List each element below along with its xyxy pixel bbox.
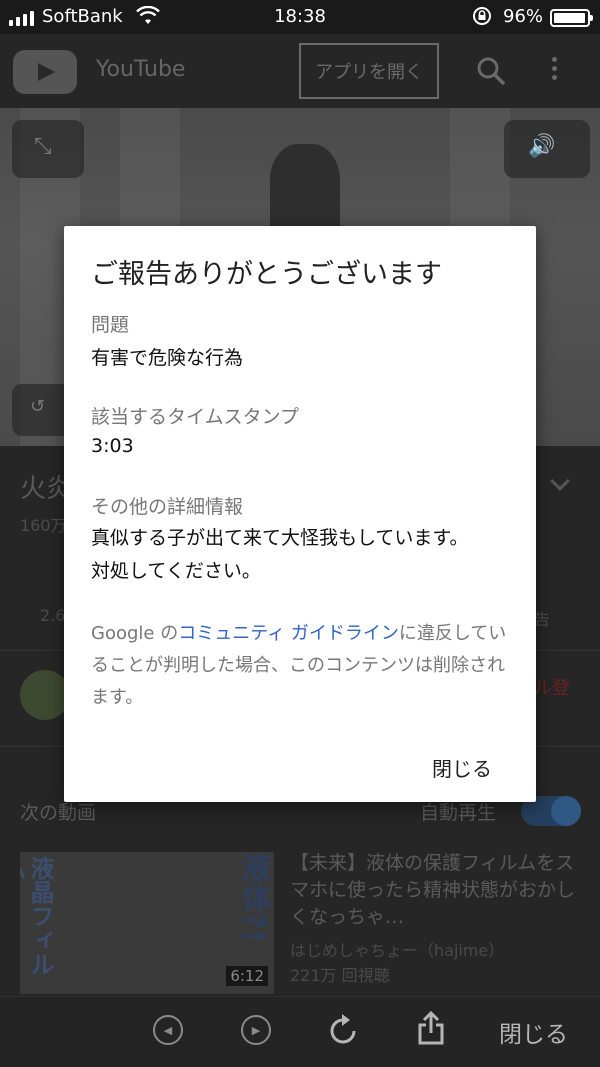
battery-icon: [550, 9, 593, 27]
browser-toolbar: ◀ ▶ 閉じる: [0, 996, 600, 1067]
search-icon[interactable]: [476, 56, 506, 86]
autoplay-label: 自動再生: [420, 802, 497, 824]
community-guidelines-link[interactable]: コミュニティ ガイドライン: [178, 623, 399, 644]
volume-button[interactable]: 🔊: [504, 120, 590, 178]
details-value: 真似する子が出て来て大怪我もしています。 対処してください。: [91, 527, 469, 582]
forward-button[interactable]: ▶: [241, 1015, 271, 1045]
timestamp-label: 該当するタイムスタンプ: [91, 406, 300, 428]
reload-icon[interactable]: [328, 1013, 360, 1053]
up-next-label: 次の動画: [20, 802, 97, 824]
report-button-label[interactable]: 告: [534, 606, 550, 630]
fullscreen-button[interactable]: ⤡: [12, 120, 84, 178]
battery-level-fill: [554, 13, 585, 23]
timestamp-value: 3:03: [91, 435, 134, 457]
next-video-channel: はじめしゃちょー（hajime）: [290, 941, 505, 960]
youtube-wordmark: YouTube: [96, 57, 186, 82]
thumbnail-caption-right: 液体?!: [236, 852, 271, 944]
issue-label: 問題: [91, 314, 130, 336]
thumbnail-caption-left: 液晶フィルム: [20, 856, 54, 976]
policy-note: Google のコミュニティ ガイドラインに違反していることが判明した場合、この…: [91, 618, 516, 714]
expand-icon: ⤡: [34, 134, 52, 159]
battery-percentage: 96%: [503, 6, 544, 27]
share-icon[interactable]: [417, 1010, 445, 1051]
toolbar-close-button[interactable]: 閉じる: [499, 1015, 568, 1049]
dialog-close-button[interactable]: 閉じる: [432, 753, 492, 782]
forward-icon: ▶: [241, 1015, 271, 1045]
report-confirmation-dialog: ご報告ありがとうございます 問題 有害で危険な行為 該当するタイムスタンプ 3:…: [64, 226, 536, 802]
status-bar: SoftBank 18:38 96%: [0, 0, 600, 34]
back-icon: ◀: [153, 1015, 183, 1045]
rewind-button[interactable]: ↺: [12, 384, 72, 436]
next-video-title[interactable]: 【未来】液体の保護フィルムをスマホに使ったら精神状態がおかしくなっちゃ…: [290, 850, 580, 931]
chevron-down-icon[interactable]: [550, 471, 570, 491]
rotation-lock-icon: [472, 6, 492, 31]
view-count: 160万: [20, 516, 67, 535]
rewind-15-icon: ↺: [30, 396, 46, 417]
policy-note-prefix: Google の: [91, 623, 179, 644]
next-video-views: 221万 回視聴: [290, 966, 390, 985]
back-button[interactable]: ◀: [153, 1015, 183, 1045]
channel-avatar[interactable]: [20, 670, 70, 720]
speaker-icon: 🔊: [528, 134, 556, 159]
details-label: その他の詳細情報: [91, 496, 244, 518]
like-count[interactable]: 2.6: [40, 606, 65, 625]
next-video-thumbnail[interactable]: 液晶フィルム 液体?! 6:12: [20, 852, 274, 994]
open-app-button[interactable]: アプリを開く: [299, 43, 439, 99]
youtube-logo-icon[interactable]: [13, 50, 77, 94]
video-duration: 6:12: [226, 966, 268, 986]
subscribe-button[interactable]: ル登: [534, 674, 570, 700]
dialog-title: ご報告ありがとうございます: [91, 259, 442, 290]
youtube-header: YouTube アプリを開く: [0, 34, 600, 108]
more-options-icon[interactable]: [548, 54, 560, 88]
video-frame-person: [270, 144, 340, 234]
issue-value: 有害で危険な行為: [91, 347, 244, 369]
